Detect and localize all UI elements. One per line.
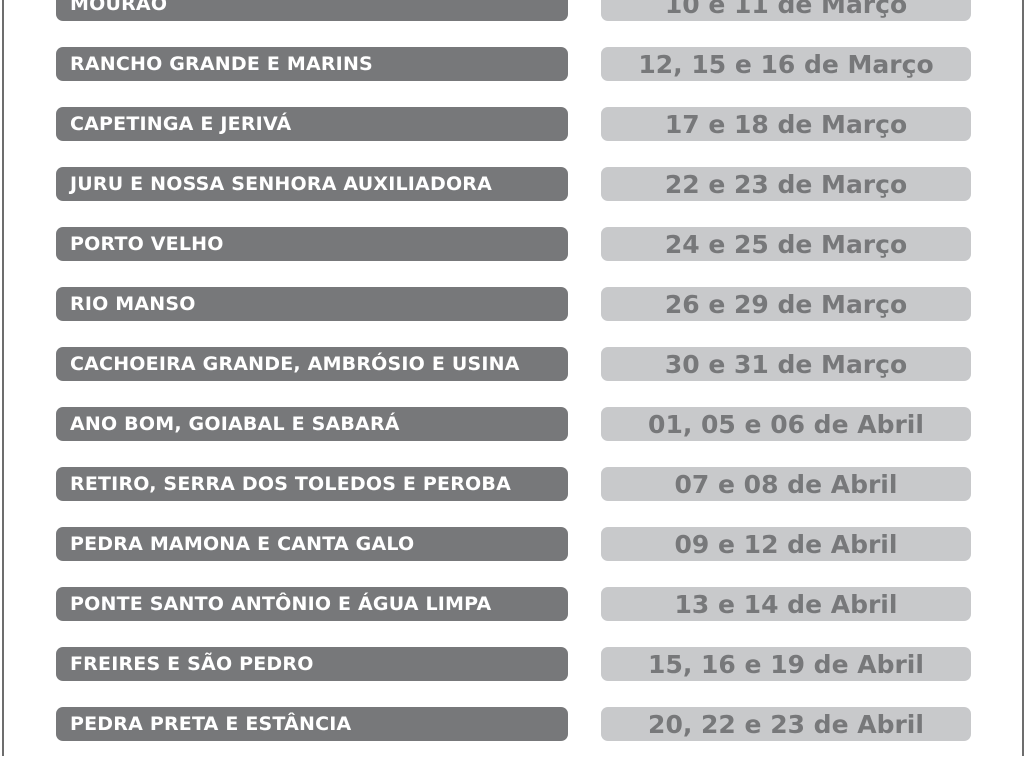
place-label: RIO MANSO bbox=[56, 287, 568, 321]
place-label: RETIRO, SERRA DOS TOLEDOS E PEROBA bbox=[56, 467, 568, 501]
schedule-row: FREIRES E SÃO PEDRO 15, 16 e 19 de Abril bbox=[0, 645, 1028, 705]
date-label: 24 e 25 de Março bbox=[601, 227, 971, 261]
date-label: 13 e 14 de Abril bbox=[601, 587, 971, 621]
date-label: 17 e 18 de Março bbox=[601, 107, 971, 141]
schedule-row: CAPETINGA E JERIVÁ 17 e 18 de Março bbox=[0, 105, 1028, 165]
schedule-row: PEDRA MAMONA E CANTA GALO 09 e 12 de Abr… bbox=[0, 525, 1028, 585]
date-label: 20, 22 e 23 de Abril bbox=[601, 707, 971, 741]
place-label: JURU E NOSSA SENHORA AUXILIADORA bbox=[56, 167, 568, 201]
date-label: 30 e 31 de Março bbox=[601, 347, 971, 381]
date-label: 07 e 08 de Abril bbox=[601, 467, 971, 501]
schedule-row: PONTE SANTO ANTÔNIO E ÁGUA LIMPA 13 e 14… bbox=[0, 585, 1028, 645]
place-label: PORTO VELHO bbox=[56, 227, 568, 261]
schedule-list: MOURÃO 10 e 11 de Março RANCHO GRANDE E … bbox=[0, 0, 1028, 765]
place-label: PEDRA PRETA E ESTÂNCIA bbox=[56, 707, 568, 741]
schedule-row: MOURÃO 10 e 11 de Março bbox=[0, 0, 1028, 45]
place-label: ANO BOM, GOIABAL E SABARÁ bbox=[56, 407, 568, 441]
place-label: MOURÃO bbox=[56, 0, 568, 21]
place-label: PEDRA MAMONA E CANTA GALO bbox=[56, 527, 568, 561]
date-label: 12, 15 e 16 de Março bbox=[601, 47, 971, 81]
date-label: 01, 05 e 06 de Abril bbox=[601, 407, 971, 441]
place-label: CAPETINGA E JERIVÁ bbox=[56, 107, 568, 141]
date-label: 10 e 11 de Março bbox=[601, 0, 971, 21]
schedule-row: PEDRA PRETA E ESTÂNCIA 20, 22 e 23 de Ab… bbox=[0, 705, 1028, 765]
date-label: 26 e 29 de Março bbox=[601, 287, 971, 321]
place-label: RANCHO GRANDE E MARINS bbox=[56, 47, 568, 81]
schedule-row: RANCHO GRANDE E MARINS 12, 15 e 16 de Ma… bbox=[0, 45, 1028, 105]
schedule-row: RIO MANSO 26 e 29 de Março bbox=[0, 285, 1028, 345]
place-label: CACHOEIRA GRANDE, AMBRÓSIO E USINA bbox=[56, 347, 568, 381]
schedule-row: RETIRO, SERRA DOS TOLEDOS E PEROBA 07 e … bbox=[0, 465, 1028, 525]
place-label: FREIRES E SÃO PEDRO bbox=[56, 647, 568, 681]
schedule-row: JURU E NOSSA SENHORA AUXILIADORA 22 e 23… bbox=[0, 165, 1028, 225]
place-label: PONTE SANTO ANTÔNIO E ÁGUA LIMPA bbox=[56, 587, 568, 621]
schedule-row: CACHOEIRA GRANDE, AMBRÓSIO E USINA 30 e … bbox=[0, 345, 1028, 405]
schedule-row: ANO BOM, GOIABAL E SABARÁ 01, 05 e 06 de… bbox=[0, 405, 1028, 465]
date-label: 15, 16 e 19 de Abril bbox=[601, 647, 971, 681]
date-label: 22 e 23 de Março bbox=[601, 167, 971, 201]
date-label: 09 e 12 de Abril bbox=[601, 527, 971, 561]
schedule-row: PORTO VELHO 24 e 25 de Março bbox=[0, 225, 1028, 285]
